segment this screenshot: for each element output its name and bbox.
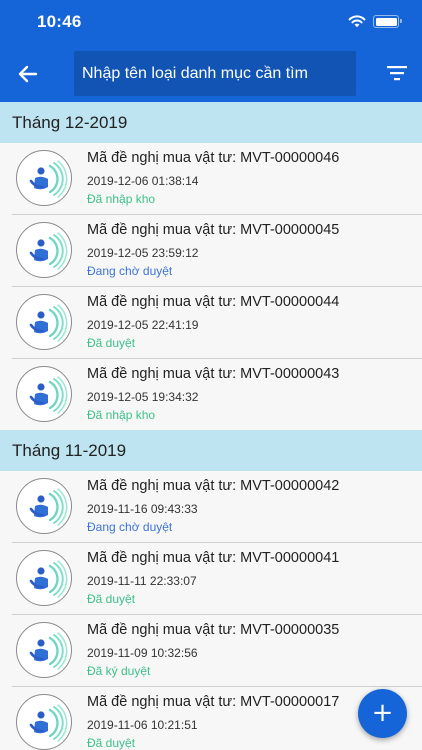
person-logo-icon <box>29 488 68 526</box>
status-label: Đã duyệt <box>87 336 136 350</box>
person-logo-icon <box>29 160 68 198</box>
arrow-left-icon[interactable] <box>16 62 40 86</box>
request-title: Mã đề nghị mua vật tư: MVT-00000035 <box>87 622 340 638</box>
filter-icon[interactable] <box>386 64 408 82</box>
status-label: Đang chờ duyệt <box>87 264 173 278</box>
list-item[interactable]: Mã đề nghị mua vật tư: MVT-00000046 2019-… <box>0 143 422 215</box>
status-time: 10:46 <box>37 12 82 31</box>
status-label: Đã nhập kho <box>87 408 156 422</box>
wifi-icon <box>348 15 366 28</box>
app-header: 10:46 <box>0 0 422 102</box>
request-title: Mã đề nghị mua vật tư: MVT-00000046 <box>87 150 340 166</box>
list-item[interactable]: Mã đề nghị mua vật tư: MVT-00000045 2019-… <box>0 215 422 287</box>
avatar <box>16 622 72 678</box>
avatar <box>16 366 72 422</box>
avatar <box>16 150 72 206</box>
avatar <box>16 294 72 350</box>
list-item[interactable]: Mã đề nghị mua vật tư: MVT-00000042 2019-… <box>0 471 422 543</box>
request-title: Mã đề nghị mua vật tư: MVT-00000045 <box>87 222 340 238</box>
person-logo-icon <box>29 560 68 598</box>
request-date: 2019-11-09 10:32:56 <box>87 646 198 660</box>
request-title: Mã đề nghị mua vật tư: MVT-00000044 <box>87 294 340 310</box>
list-item[interactable]: Mã đề nghị mua vật tư: MVT-00000035 2019-… <box>0 615 422 687</box>
request-date: 2019-12-06 01:38:14 <box>87 174 199 188</box>
status-label: Đã ký duyệt <box>87 664 151 678</box>
request-title: Mã đề nghị mua vật tư: MVT-00000017 <box>87 694 340 710</box>
request-date: 2019-12-05 22:41:19 <box>87 318 199 332</box>
request-title: Mã đề nghị mua vật tư: MVT-00000042 <box>87 478 340 494</box>
request-date: 2019-12-05 23:59:12 <box>87 246 199 260</box>
request-date: 2019-12-05 19:34:32 <box>87 390 199 404</box>
search-input[interactable] <box>74 51 356 96</box>
status-label: Đang chờ duyệt <box>87 520 173 534</box>
plus-icon: + <box>371 698 394 728</box>
request-date: 2019-11-11 22:33:07 <box>87 574 197 588</box>
person-logo-icon <box>29 376 68 414</box>
list-item[interactable]: Mã đề nghị mua vật tư: MVT-00000041 2019-… <box>0 543 422 615</box>
status-label: Đã nhập kho <box>87 192 156 206</box>
add-button[interactable]: + <box>358 689 407 738</box>
list-item[interactable]: Mã đề nghị mua vật tư: MVT-00000044 2019-… <box>0 287 422 359</box>
section-header: Tháng 12-2019 <box>0 102 422 143</box>
request-date: 2019-11-16 09:43:33 <box>87 502 198 516</box>
status-label: Đã duyệt <box>87 736 136 750</box>
status-bar: 10:46 <box>0 0 422 44</box>
request-title: Mã đề nghị mua vật tư: MVT-00000041 <box>87 550 340 566</box>
person-logo-icon <box>29 232 68 270</box>
avatar <box>16 478 72 534</box>
status-label: Đã duyệt <box>87 592 136 606</box>
person-logo-icon <box>29 704 68 742</box>
section-header: Tháng 11-2019 <box>0 430 422 471</box>
list-item[interactable]: Mã đề nghị mua vật tư: MVT-00000043 2019-… <box>0 359 422 431</box>
person-logo-icon <box>29 304 68 342</box>
person-logo-icon <box>29 632 68 670</box>
request-date: 2019-11-06 10:21:51 <box>87 718 198 732</box>
avatar <box>16 222 72 278</box>
request-title: Mã đề nghị mua vật tư: MVT-00000043 <box>87 366 340 382</box>
avatar <box>16 694 72 750</box>
avatar <box>16 550 72 606</box>
battery-icon <box>373 15 402 28</box>
